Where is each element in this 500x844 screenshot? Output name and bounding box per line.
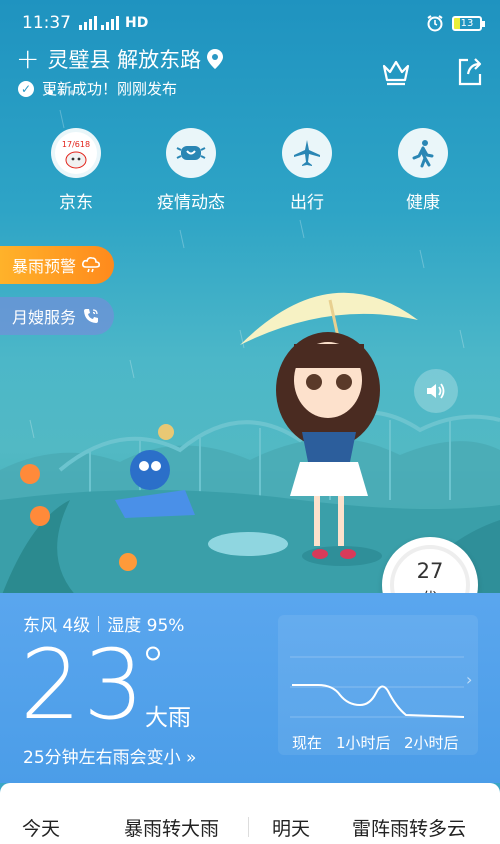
location-pin-icon [207, 49, 224, 69]
current-weather-panel: 东风 4级 湿度 95% 23 ° 大雨 25分钟左右雨会变小 » › 现在 1… [0, 593, 500, 783]
jd-badge: 17/618 [62, 140, 90, 149]
phone-icon [84, 309, 99, 323]
mask-icon [166, 128, 216, 178]
rain-trend-chart[interactable]: › 现在 1小时后 2小时后 [278, 615, 478, 755]
degree-symbol: ° [140, 637, 166, 697]
speaker-icon [427, 383, 445, 399]
crown-icon[interactable] [380, 56, 412, 88]
walking-icon [398, 128, 448, 178]
battery-level: 13 [460, 17, 474, 29]
status-bar: 11:37 HD 13 [0, 0, 500, 46]
voice-broadcast-button[interactable] [414, 369, 458, 413]
rain-forecast-message[interactable]: 25分钟左右雨会变小 » [23, 743, 196, 768]
forecast-tomorrow-condition[interactable]: 雷阵雨转多云 [352, 814, 466, 841]
chart-label-now: 现在 [292, 734, 323, 752]
forecast-today-label[interactable]: 今天 [22, 814, 60, 841]
quick-entry-travel[interactable]: 出行 [267, 128, 347, 213]
daily-forecast-strip: 今天 暴雨转大雨 明天 雷阵雨转多云 [0, 783, 500, 844]
quick-entry-epidemic[interactable]: 疫情动态 [151, 128, 231, 213]
rainstorm-warning-pill[interactable]: 暴雨预警 [0, 246, 115, 284]
location-header: + 灵璧县 解放东路 ✓ 更新成功！刚刚发布 [16, 44, 486, 104]
quick-entry-label: 健康 [406, 193, 440, 213]
update-status: 更新成功！刚刚发布 [42, 80, 178, 98]
forecast-today-condition[interactable]: 暴雨转大雨 [124, 814, 219, 841]
quick-entry-label: 疫情动态 [157, 193, 225, 213]
jd-logo: 17/618 [55, 132, 97, 174]
quick-entry-label: 京东 [59, 193, 93, 213]
aqi-value: 27 [416, 559, 444, 583]
plane-icon [282, 128, 332, 178]
jd-icon: 17/618 [51, 128, 101, 178]
rain-trend-line [292, 684, 465, 718]
hd-indicator: HD [125, 15, 149, 31]
warning-label: 暴雨预警 [12, 257, 77, 276]
service-label: 月嫂服务 [12, 308, 77, 327]
check-icon: ✓ [18, 80, 34, 97]
page-indicator [48, 90, 75, 95]
add-city-icon[interactable]: + [16, 45, 39, 73]
forecast-tomorrow-label[interactable]: 明天 [272, 814, 310, 841]
chevron-right-icon: › [466, 670, 472, 689]
location-name[interactable]: 灵璧县 解放东路 [47, 44, 201, 74]
status-time: 11:37 [22, 13, 71, 33]
chevron-right-icon: » [186, 748, 197, 768]
quick-entry-jd[interactable]: 17/618 京东 [36, 128, 116, 213]
chart-label-2h: 2小时后 [404, 734, 459, 752]
rain-cloud-icon [82, 257, 101, 273]
quick-entry-health[interactable]: 健康 [383, 128, 463, 213]
battery-icon: 13 [452, 15, 485, 31]
rain-message-text: 25分钟左右雨会变小 [23, 748, 181, 768]
alarm-icon [427, 15, 443, 32]
signal-icon [101, 16, 119, 30]
quick-entry-label: 出行 [290, 193, 324, 213]
chart-label-1h: 1小时后 [336, 734, 391, 752]
nanny-service-pill[interactable]: 月嫂服务 [0, 297, 115, 335]
signal-icon [79, 16, 97, 30]
current-temperature: 23 [20, 629, 147, 741]
divider [248, 817, 249, 837]
share-icon[interactable] [454, 56, 486, 88]
current-condition: 大雨 [145, 705, 191, 731]
